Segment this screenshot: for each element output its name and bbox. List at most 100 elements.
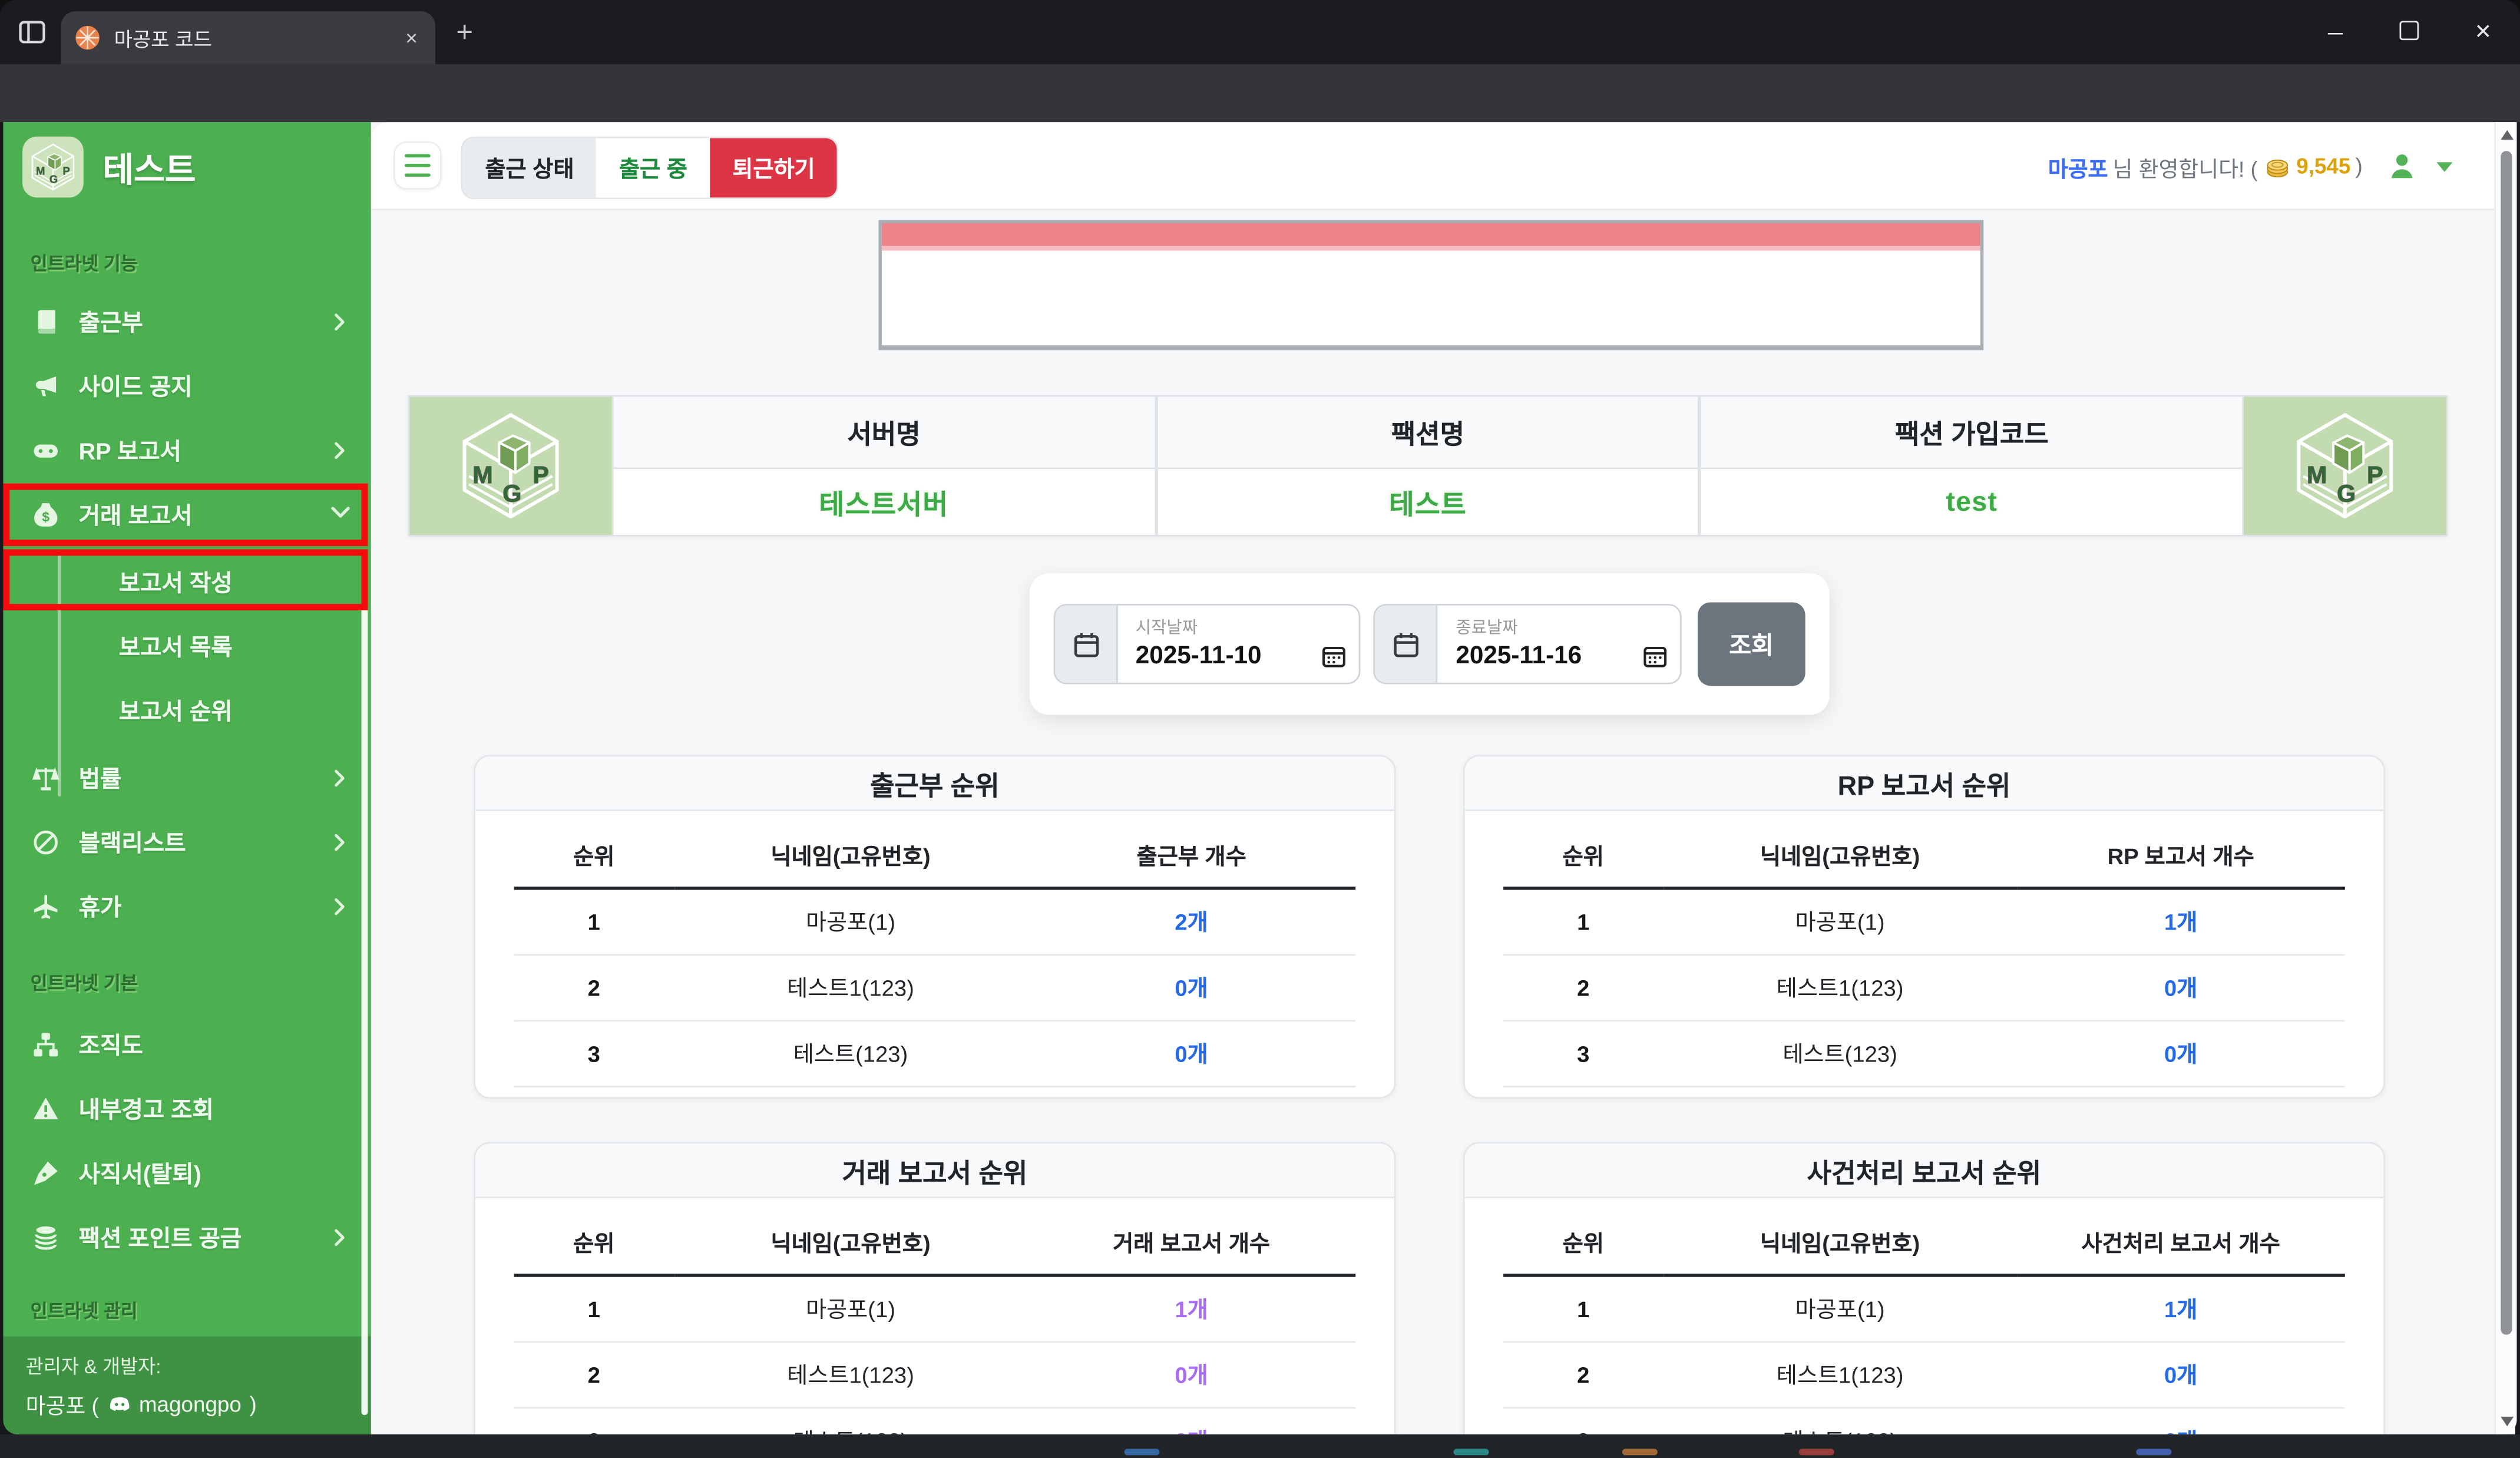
mgp-cube-icon bbox=[27, 141, 78, 193]
sidebar-item-faction-point[interactable]: 팩션 포인트 공금 bbox=[3, 1205, 371, 1269]
rank-card-attendance: 출근부 순위 순위 닉네임(고유번호) 출근부 개수 1 마공포(1) 2개 2 테스… bbox=[474, 755, 1396, 1099]
table-row: 1 마공포(1) 2개 bbox=[514, 888, 1356, 956]
scrollbar-thumb[interactable] bbox=[2499, 151, 2512, 1335]
sidebar-scrollbar-thumb[interactable] bbox=[361, 604, 368, 1416]
page-scrollbar[interactable] bbox=[2494, 122, 2515, 1434]
window-close-button[interactable]: ✕ bbox=[2446, 19, 2520, 45]
date-picker-icon[interactable] bbox=[1643, 644, 1667, 668]
search-button[interactable]: 조회 bbox=[1697, 602, 1805, 686]
user-points: 9,545 bbox=[2296, 154, 2351, 178]
section-intranet-features: 인트라넷 기능 bbox=[30, 255, 138, 275]
server-logo-cell-left bbox=[409, 396, 612, 535]
page-body: 테스트 인트라넷 기능 출근부 사이드 공지 RP 보고서 거래 보고서 보고서… bbox=[3, 122, 2517, 1434]
date-filter-card: 시작날짜 2025-11-10 종료날짜 2025-11-16 조회 bbox=[1029, 573, 1830, 715]
faction-code-column: 팩션 가입코드 test bbox=[1699, 396, 2244, 535]
server-name-value: 테스트서버 bbox=[819, 490, 949, 521]
sidebar-footer: 관리자 & 개발자: 마공포 ( magongpo ) bbox=[3, 1336, 371, 1434]
warning-triangle-icon bbox=[32, 1095, 59, 1122]
address-bar: 127.0.0.1:8080/service/intranet?gNo=911 … bbox=[0, 64, 2520, 180]
new-tab-button[interactable]: + bbox=[456, 16, 473, 48]
end-date-input[interactable]: 종료날짜 2025-11-16 bbox=[1374, 604, 1682, 685]
end-date-value: 2025-11-16 bbox=[1456, 642, 1582, 670]
table-row: 3테스트(123)0개 bbox=[1503, 1020, 2345, 1087]
table-row: 2 테스트1(123) 0개 bbox=[514, 1342, 1356, 1409]
sidebar-item-report-list[interactable]: 보고서 목록 bbox=[3, 614, 371, 678]
coin-icon bbox=[2264, 153, 2290, 179]
sidebar-item-internal-warning[interactable]: 내부경고 조회 bbox=[3, 1076, 371, 1140]
sidebar-item-org-chart[interactable]: 조직도 bbox=[3, 1012, 371, 1076]
chevron-right-icon bbox=[331, 769, 349, 786]
window-maximize-button[interactable] bbox=[2372, 20, 2446, 44]
sitemap-icon bbox=[32, 1030, 59, 1057]
ban-icon bbox=[32, 828, 59, 855]
table-row: 1 마공포(1) 1개 bbox=[1503, 888, 2345, 956]
rank-card-rp-report: RP 보고서 순위 순위 닉네임(고유번호) RP 보고서 개수 1 마공포(1)… bbox=[1463, 755, 2386, 1099]
taskbar-sliver bbox=[1622, 1449, 1658, 1456]
maximize-icon bbox=[2399, 20, 2419, 39]
date-picker-icon[interactable] bbox=[1322, 644, 1347, 668]
table-row: 1 마공포(1) 1개 bbox=[1503, 1275, 2345, 1343]
mgp-cube-icon bbox=[2287, 408, 2403, 524]
sidebar: 테스트 인트라넷 기능 출근부 사이드 공지 RP 보고서 거래 보고서 보고서… bbox=[3, 122, 371, 1434]
main-area: 출근 상태 출근 중 퇴근하기 마공포 님 환영합니다! ( 9,545 ) 서… bbox=[371, 122, 2498, 1434]
user-person-icon[interactable] bbox=[2387, 151, 2418, 181]
footer-admin-label: 관리자 & 개발자: bbox=[25, 1355, 161, 1378]
scrollbar-down-icon[interactable] bbox=[2501, 1416, 2514, 1427]
pen-nib-icon bbox=[32, 1159, 59, 1186]
sidebar-item-blacklist[interactable]: 블랙리스트 bbox=[3, 809, 371, 874]
sidebar-item-rp-report[interactable]: RP 보고서 bbox=[3, 418, 371, 482]
taskbar-sliver bbox=[2136, 1449, 2172, 1456]
tab-close-icon[interactable]: × bbox=[401, 26, 422, 50]
table-row: 2 테스트1(123) 0개 bbox=[514, 954, 1356, 1022]
chevron-right-icon bbox=[331, 833, 349, 851]
chevron-right-icon bbox=[331, 1228, 349, 1245]
discord-icon bbox=[107, 1392, 131, 1416]
chevron-right-icon bbox=[331, 312, 349, 330]
server-info-bar: 서버명 테스트서버 팩션명 테스트 팩션 가입코드 test bbox=[408, 395, 2448, 537]
server-logo-cell-right bbox=[2244, 396, 2446, 535]
taskbar-sliver bbox=[1124, 1449, 1160, 1456]
user-caret-down-icon[interactable] bbox=[2436, 161, 2453, 171]
hamburger-menu-button[interactable] bbox=[393, 141, 442, 190]
scales-icon bbox=[32, 763, 59, 791]
start-date-value: 2025-11-10 bbox=[1135, 642, 1262, 670]
card-title: 출근부 순위 bbox=[475, 756, 1394, 811]
browser-tab[interactable]: 마공포 코드 × bbox=[61, 11, 435, 65]
sidebar-item-resignation[interactable]: 사직서(탈퇴) bbox=[3, 1140, 371, 1205]
app-title: 테스트 bbox=[102, 153, 196, 190]
mgp-cube-icon bbox=[453, 408, 568, 524]
tab-title: 마공포 코드 bbox=[114, 29, 212, 52]
end-date-label: 종료날짜 bbox=[1456, 618, 1518, 638]
sidebar-item-report-rank[interactable]: 보고서 순위 bbox=[3, 678, 371, 742]
sidebar-item-side-notice[interactable]: 사이드 공지 bbox=[3, 353, 371, 418]
chevron-right-icon bbox=[331, 441, 349, 458]
annotation-box-trade-report bbox=[3, 483, 368, 547]
start-date-input[interactable]: 시작날짜 2025-11-10 bbox=[1053, 604, 1361, 685]
welcome-area: 마공포 님 환영합니다! ( 9,545 ) bbox=[2048, 122, 2453, 210]
table-row: 3테스트(123)0개 bbox=[1503, 1407, 2345, 1434]
working-now-button[interactable]: 출근 중 bbox=[596, 138, 710, 198]
window-minimize-button[interactable]: ─ bbox=[2299, 20, 2372, 44]
sidebar-item-law[interactable]: 법률 bbox=[3, 745, 371, 809]
taskbar-sliver bbox=[1798, 1449, 1834, 1456]
browser-titlebar: 마공포 코드 × + ─ ✕ bbox=[0, 0, 2520, 65]
faction-name-value: 테스트 bbox=[1388, 490, 1467, 521]
app-logo[interactable] bbox=[22, 136, 84, 198]
calendar-icon bbox=[1375, 605, 1438, 683]
card-title: 사건처리 보고서 순위 bbox=[1464, 1143, 2384, 1199]
sidebar-item-vacation[interactable]: 휴가 bbox=[3, 874, 371, 938]
clock-out-button[interactable]: 퇴근하기 bbox=[710, 138, 838, 198]
card-title: RP 보고서 순위 bbox=[1464, 756, 2384, 811]
attendance-control: 출근 상태 출근 중 퇴근하기 bbox=[461, 136, 839, 200]
scrollbar-up-icon[interactable] bbox=[2501, 130, 2514, 140]
browser-window: 마공포 코드 × + ─ ✕ 127.0.0.1:8080/service/in… bbox=[0, 0, 2520, 1458]
annotation-box-report-write bbox=[3, 549, 368, 611]
notice-banner-box bbox=[878, 220, 1984, 351]
sidebar-item-attendance[interactable]: 출근부 bbox=[3, 289, 371, 353]
tab-layout-icon[interactable] bbox=[18, 18, 47, 47]
attendance-status-button[interactable]: 출근 상태 bbox=[462, 138, 597, 198]
table-row: 3테스트(123)0개 bbox=[514, 1020, 1356, 1087]
window-bottom-strip bbox=[0, 1434, 2520, 1458]
coins-icon bbox=[32, 1223, 59, 1250]
megaphone-icon bbox=[32, 372, 59, 399]
